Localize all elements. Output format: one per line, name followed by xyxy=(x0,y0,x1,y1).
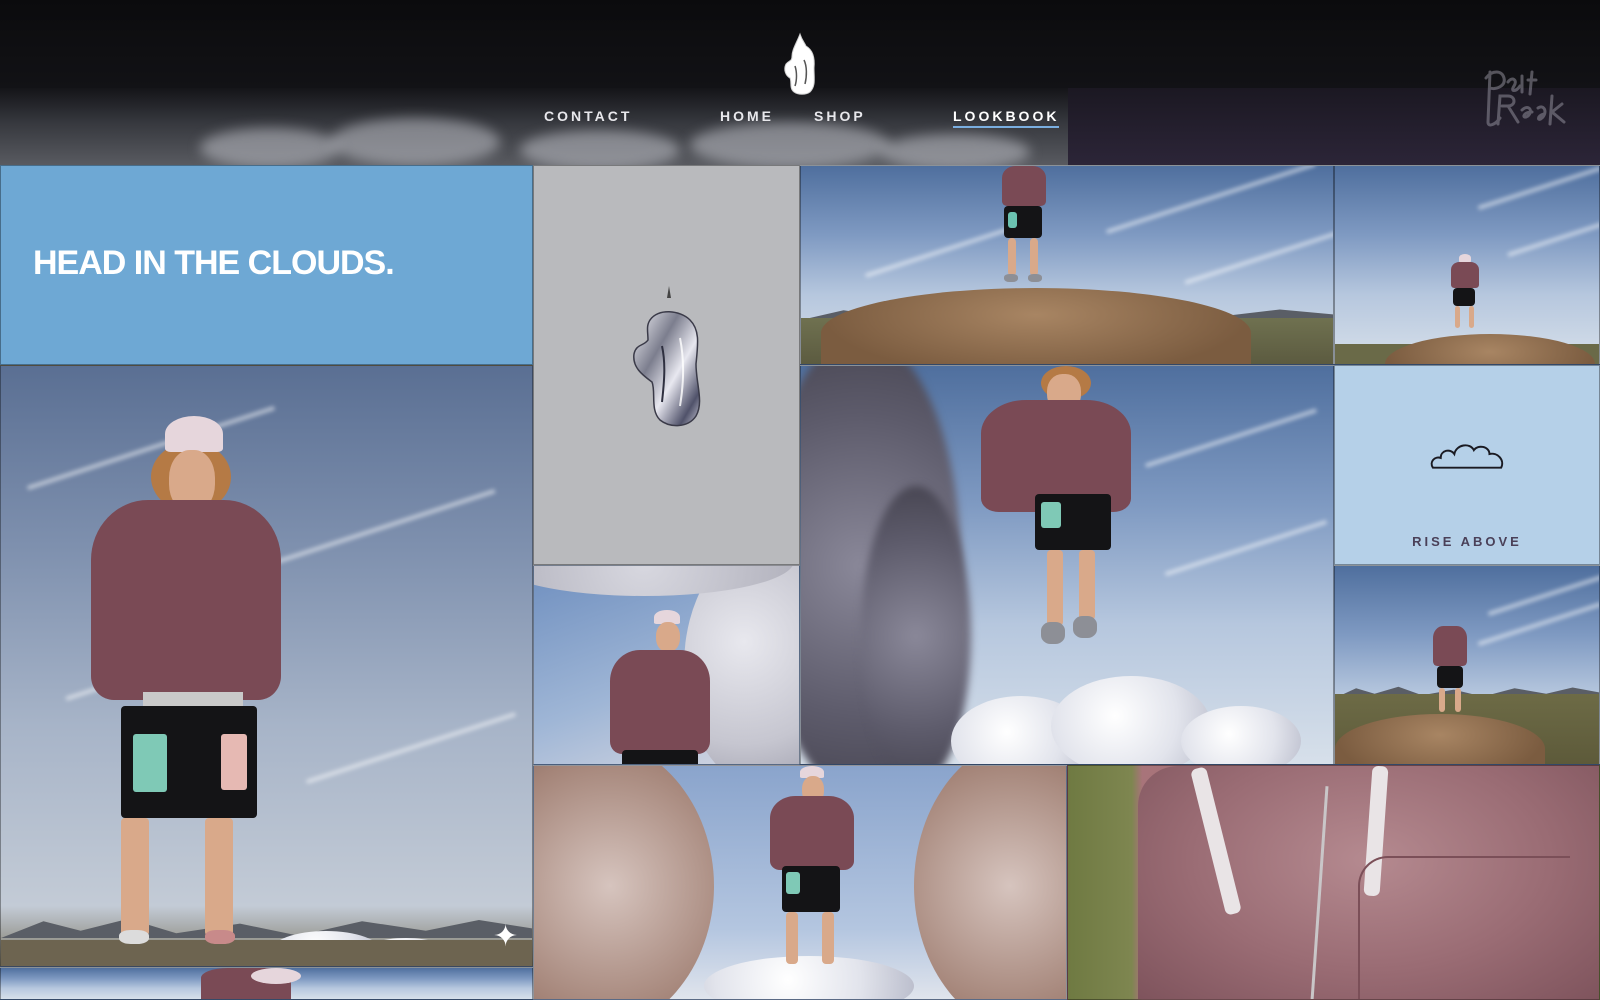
lookbook-page: CONTACT HOME SHOP LOOKBOOK HEAD IN THE C… xyxy=(0,0,1600,1000)
lookbook-photo-mound-wide[interactable] xyxy=(800,165,1334,365)
model-figure xyxy=(996,166,1056,286)
model-figure xyxy=(1447,254,1483,334)
rise-above-tile: RISE ABOVE xyxy=(1334,365,1600,565)
nav-home[interactable]: HOME xyxy=(720,108,774,124)
sparkle-star-icon: ✦ xyxy=(493,920,519,953)
cloud-outline-icon xyxy=(1430,444,1504,469)
lookbook-photo-cloud-ring[interactable] xyxy=(533,565,800,765)
lookbook-photo-mound-small[interactable] xyxy=(1334,165,1600,365)
chrome-drip-figure-icon xyxy=(633,286,701,427)
model-figure xyxy=(1431,626,1471,716)
nav-contact[interactable]: CONTACT xyxy=(544,108,632,124)
lookbook-photo-hoodie-closeup[interactable] xyxy=(1067,765,1600,1000)
lookbook-photo-cloud-frame[interactable] xyxy=(533,765,1067,1000)
lookbook-headline: HEAD IN THE CLOUDS. xyxy=(33,244,395,282)
nav-lookbook[interactable]: LOOKBOOK xyxy=(953,108,1060,128)
site-header: CONTACT HOME SHOP LOOKBOOK xyxy=(0,0,1600,165)
headline-tile: HEAD IN THE CLOUDS. xyxy=(0,165,533,365)
model-figure xyxy=(610,610,720,764)
rise-above-label: RISE ABOVE xyxy=(1412,534,1522,549)
brand-signature-logo[interactable] xyxy=(1478,62,1582,134)
nav-shop[interactable]: SHOP xyxy=(814,108,866,124)
model-figure xyxy=(81,416,291,956)
model-figure xyxy=(770,766,860,976)
lookbook-photo-jump[interactable] xyxy=(800,365,1334,765)
drip-figure-logo-icon[interactable] xyxy=(780,32,820,96)
lookbook-photo-portrait[interactable]: ✦ xyxy=(0,365,533,967)
model-figure xyxy=(951,366,1151,666)
lookbook-photo-partial[interactable] xyxy=(0,967,533,1000)
lookbook-photo-mound-field[interactable] xyxy=(1334,565,1600,765)
main-nav: CONTACT HOME SHOP LOOKBOOK xyxy=(0,108,1600,132)
chrome-figure-tile xyxy=(533,165,800,565)
